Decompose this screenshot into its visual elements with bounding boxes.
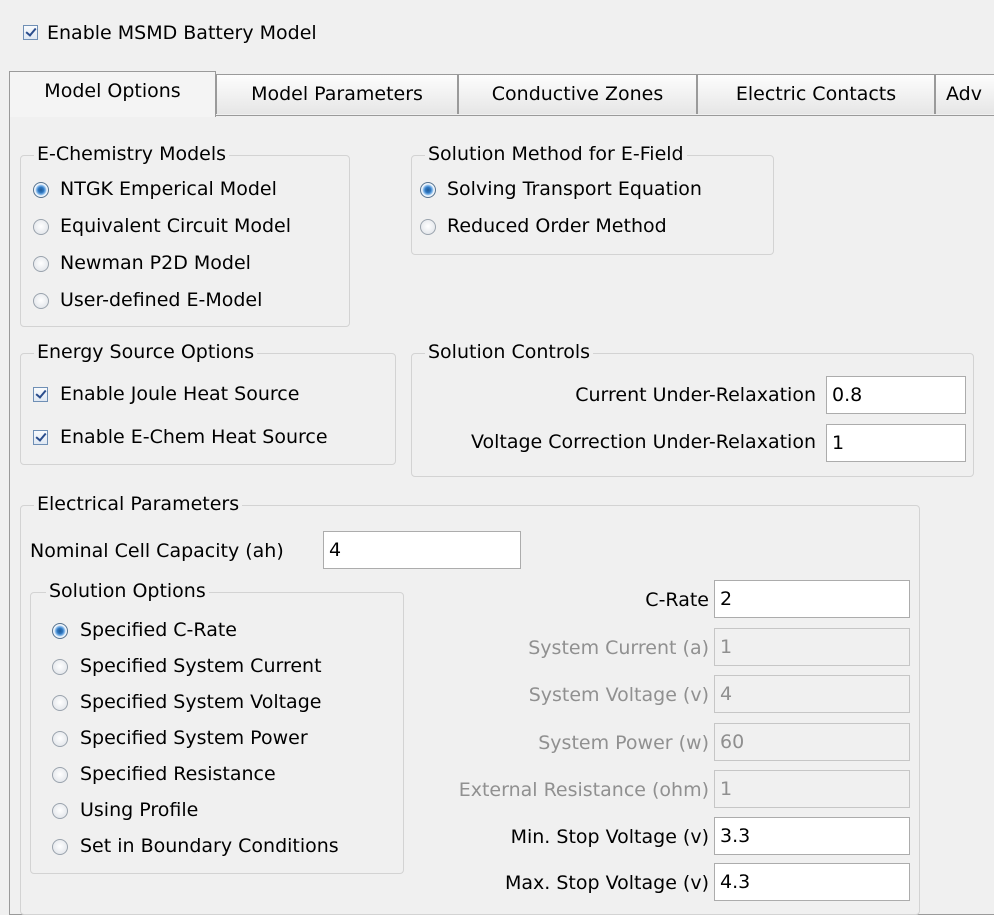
radio-specified-c-rate[interactable] — [52, 623, 68, 639]
tab-advanced[interactable]: Adv — [935, 74, 994, 114]
radio-equivalent-circuit-label: Equivalent Circuit Model — [60, 215, 292, 237]
system-voltage-label: System Voltage (v) — [528, 684, 709, 706]
radio-newman-p2d[interactable] — [33, 256, 49, 272]
radio-specified-system-current[interactable] — [52, 659, 68, 675]
max-stop-voltage-input[interactable]: 4.3 — [714, 863, 910, 901]
min-stop-voltage-input[interactable]: 3.3 — [714, 817, 910, 855]
tab-model-parameters[interactable]: Model Parameters — [216, 74, 458, 114]
system-power-label: System Power (w) — [538, 732, 709, 754]
radio-specified-system-power-label: Specified System Power — [80, 727, 308, 749]
tab-bar: Model Options Model Parameters Conductiv… — [9, 66, 994, 117]
echem-heat-checkbox[interactable] — [33, 430, 48, 445]
nominal-capacity-label: Nominal Cell Capacity (ah) — [30, 540, 284, 562]
solution-method-group — [411, 155, 774, 255]
enable-msmd-checkbox[interactable] — [23, 25, 38, 40]
radio-equivalent-circuit[interactable] — [33, 219, 49, 235]
radio-user-defined-label: User-defined E-Model — [60, 289, 263, 311]
energy-source-title: Energy Source Options — [34, 341, 258, 363]
joule-heat-checkbox[interactable] — [33, 387, 48, 402]
radio-ntgk-label: NTGK Emperical Model — [60, 178, 277, 200]
radio-using-profile-label: Using Profile — [80, 799, 199, 821]
voltage-correction-label: Voltage Correction Under-Relaxation — [470, 431, 816, 453]
radio-newman-p2d-label: Newman P2D Model — [60, 252, 251, 274]
radio-specified-system-power[interactable] — [52, 731, 68, 747]
radio-specified-c-rate-label: Specified C-Rate — [80, 619, 237, 641]
nominal-capacity-input[interactable]: 4 — [323, 531, 521, 569]
tab-conductive-zones[interactable]: Conductive Zones — [458, 74, 697, 114]
system-current-label: System Current (a) — [528, 637, 709, 659]
system-voltage-input: 4 — [714, 675, 910, 713]
echem-heat-label: Enable E-Chem Heat Source — [60, 426, 328, 448]
current-under-relaxation-input[interactable]: 0.8 — [826, 376, 966, 414]
radio-using-profile[interactable] — [52, 803, 68, 819]
tab-electric-contacts[interactable]: Electric Contacts — [697, 74, 935, 114]
radio-solving-transport-label: Solving Transport Equation — [447, 178, 702, 200]
max-stop-voltage-label: Max. Stop Voltage (v) — [505, 872, 709, 894]
voltage-correction-input[interactable]: 1 — [826, 424, 966, 462]
min-stop-voltage-label: Min. Stop Voltage (v) — [510, 826, 709, 848]
enable-msmd-label: Enable MSMD Battery Model — [47, 22, 317, 44]
radio-specified-system-voltage-label: Specified System Voltage — [80, 691, 322, 713]
radio-specified-system-current-label: Specified System Current — [80, 655, 322, 677]
c-rate-input[interactable]: 2 — [714, 580, 910, 618]
radio-set-in-boundary[interactable] — [52, 839, 68, 855]
echem-models-title: E-Chemistry Models — [34, 143, 230, 165]
radio-solving-transport[interactable] — [420, 182, 436, 198]
radio-user-defined[interactable] — [33, 293, 49, 309]
radio-specified-system-voltage[interactable] — [52, 695, 68, 711]
radio-reduced-order-label: Reduced Order Method — [447, 215, 667, 237]
system-current-input: 1 — [714, 628, 910, 666]
c-rate-label: C-Rate — [645, 589, 709, 611]
tab-model-options[interactable]: Model Options — [9, 71, 216, 117]
solution-options-title: Solution Options — [46, 580, 209, 602]
system-power-input: 60 — [714, 723, 910, 761]
joule-heat-label: Enable Joule Heat Source — [60, 383, 300, 405]
radio-specified-resistance[interactable] — [52, 767, 68, 783]
radio-specified-resistance-label: Specified Resistance — [80, 763, 276, 785]
solution-controls-title: Solution Controls — [425, 341, 594, 363]
external-resistance-label: External Resistance (ohm) — [458, 779, 709, 801]
radio-set-in-boundary-label: Set in Boundary Conditions — [80, 835, 339, 857]
solution-method-title: Solution Method for E-Field — [425, 143, 687, 165]
current-under-relaxation-label: Current Under-Relaxation — [575, 384, 816, 406]
radio-ntgk[interactable] — [33, 182, 49, 198]
radio-reduced-order[interactable] — [420, 219, 436, 235]
external-resistance-input: 1 — [714, 770, 910, 808]
energy-source-group — [20, 353, 396, 465]
electrical-parameters-title: Electrical Parameters — [34, 493, 243, 515]
